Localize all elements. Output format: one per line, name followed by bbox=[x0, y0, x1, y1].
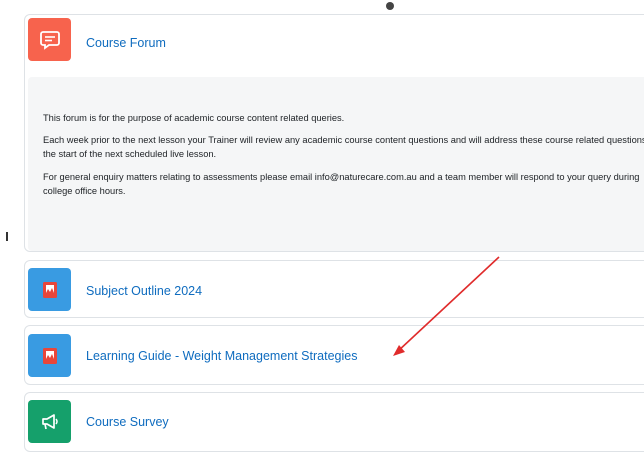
annotation-arrow bbox=[393, 256, 500, 356]
